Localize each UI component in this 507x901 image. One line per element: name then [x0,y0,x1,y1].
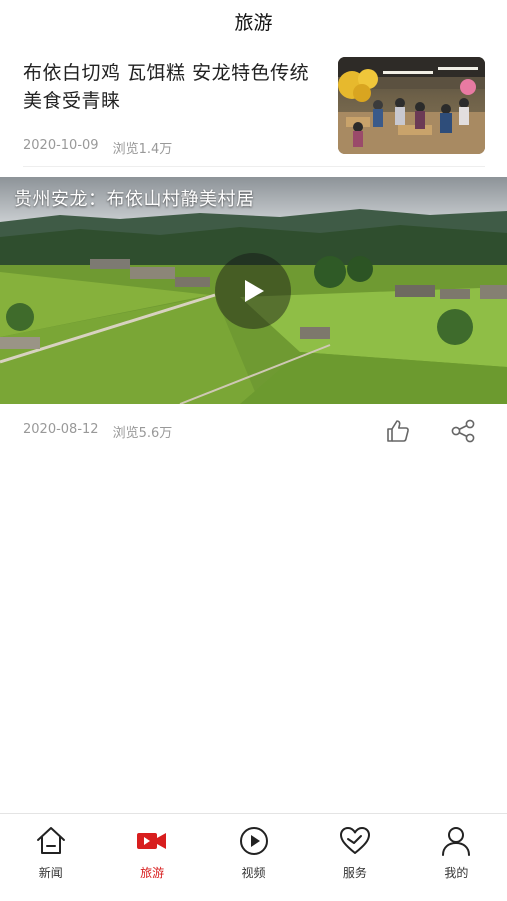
video-date: 2020-08-12 [23,422,99,437]
heart-icon [339,827,370,854]
play-icon [245,280,264,302]
thumbnail-image [338,57,485,154]
nav-label-news: 新闻 [38,866,63,880]
nav-item-video[interactable]: 视频 [203,814,304,901]
video-player[interactable]: 贵州安龙：布依山村静美村居 [0,177,507,404]
article-views: 浏览1.4万 [112,142,173,157]
video-camera-icon [137,833,167,849]
page-header: 旅游 [0,0,507,42]
nav-item-travel[interactable]: 旅游 [101,814,202,901]
share-icon[interactable] [450,418,476,444]
video-title: 贵州安龙：布依山村静美村居 [14,189,255,210]
home-icon [36,827,65,854]
nav-label-service: 服务 [342,866,367,880]
article-meta: 2020-10-09 浏览1.4万 [23,138,172,157]
article-date: 2020-10-09 [23,138,99,153]
play-button[interactable] [215,253,291,329]
video-views: 浏览5.6万 [112,426,173,441]
nav-item-mine[interactable]: 我的 [406,814,507,901]
nav-label-travel: 旅游 [140,866,165,880]
thumbs-up-icon[interactable] [385,418,411,444]
article-thumbnail[interactable] [338,57,485,154]
nav-label-video: 视频 [241,866,266,880]
nav-item-news[interactable]: 新闻 [0,814,101,901]
article-card[interactable]: 布依白切鸡 瓦饵糕 安龙特色传统美食受青睐 2020-10-09 浏览1.4万 [0,42,507,168]
video-meta: 2020-08-12 浏览5.6万 [23,422,172,441]
play-circle-icon [239,827,268,855]
article-title[interactable]: 布依白切鸡 瓦饵糕 安龙特色传统美食受青睐 [23,59,323,115]
bottom-nav: 新闻 旅游 视频 服务 我的 [0,813,507,901]
divider [23,166,485,167]
nav-item-service[interactable]: 服务 [304,814,405,901]
user-icon [442,827,471,856]
video-footer: 2020-08-12 浏览5.6万 [0,404,507,458]
page-title: 旅游 [234,11,273,34]
nav-label-mine: 我的 [444,866,469,880]
